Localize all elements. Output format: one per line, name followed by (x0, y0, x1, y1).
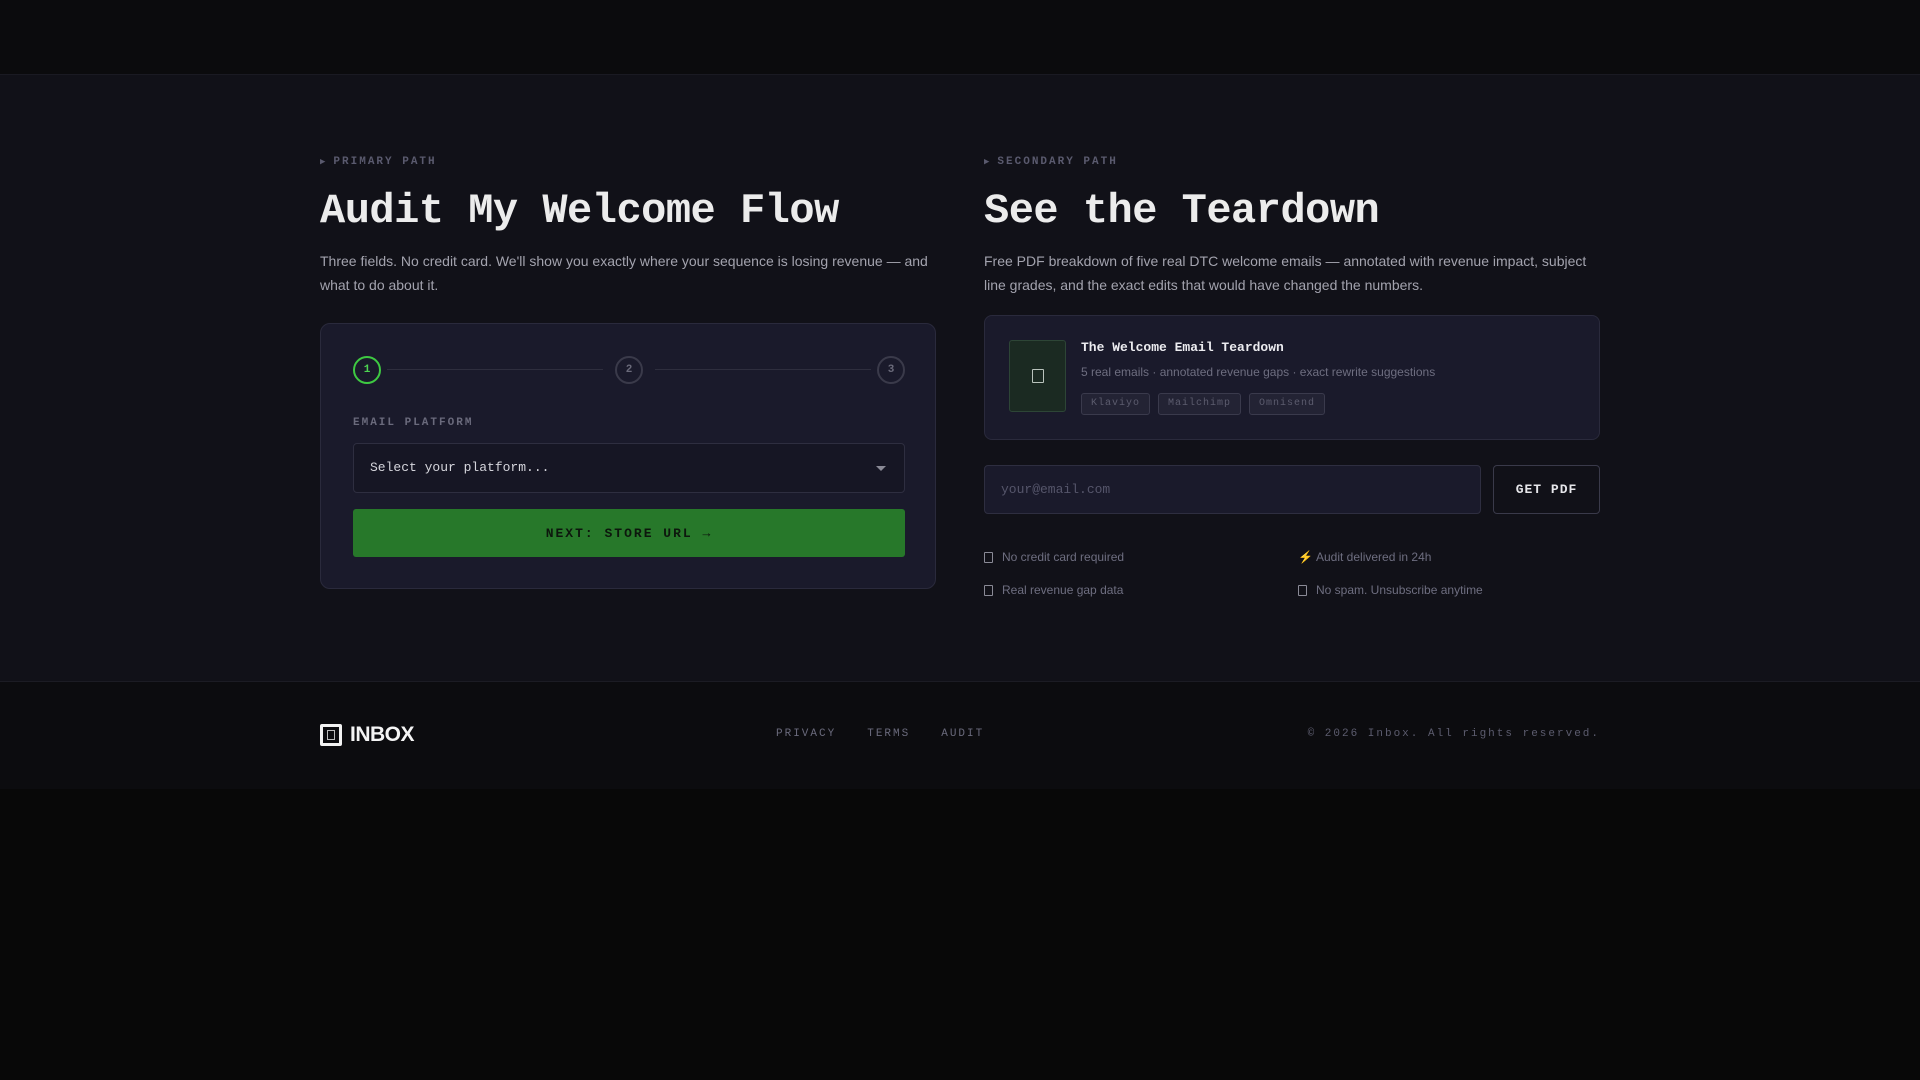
checkbox-icon (984, 584, 993, 596)
secondary-path-column: ▶ SECONDARY PATH See the Teardown Free PD… (984, 155, 1600, 297)
primary-path-column: ▶ PRIMARY PATH Audit My Welcome Flow Thre… (320, 155, 936, 297)
footer-link-privacy[interactable]: PRIVACY (776, 727, 836, 741)
primary-title: Audit My Welcome Flow (320, 187, 839, 235)
feature-text: No spam. Unsubscribe anytime (1316, 583, 1483, 597)
copyright: © 2026 Inbox. All rights reserved. (1307, 728, 1600, 740)
feature-audit-24h: ⚡ Audit delivered in 24h (1298, 549, 1431, 565)
pdf-thumbnail (1009, 340, 1066, 412)
secondary-title: See the Teardown (984, 187, 1380, 235)
next-store-url-button[interactable]: NEXT: STORE URL → (353, 509, 905, 557)
tag-klaviyo: Klaviyo (1081, 393, 1151, 415)
feature-text: No credit card required (1002, 550, 1125, 564)
step-3: 3 (877, 356, 905, 384)
email-platform-label: EMAIL PLATFORM (353, 417, 474, 429)
checkbox-icon (984, 551, 993, 563)
tag-mailchimp: Mailchimp (1158, 393, 1242, 415)
logo-text: INBOX (350, 723, 415, 746)
footer-links: PRIVACY TERMS AUDIT (776, 727, 984, 741)
triangle-right-icon: ▶ (320, 157, 328, 167)
feature-text: Audit delivered in 24h (1316, 550, 1432, 564)
footer-link-audit[interactable]: AUDIT (941, 727, 984, 741)
primary-eyebrow-label: PRIMARY PATH (333, 156, 437, 168)
secondary-description: Free PDF breakdown of five real DTC welc… (984, 253, 1587, 293)
feature-text: Real revenue gap data (1002, 583, 1124, 597)
feature-revenue-gap: Real revenue gap data (984, 582, 1123, 598)
email-input[interactable]: your@email.com (984, 465, 1481, 514)
chevron-down-icon (876, 466, 886, 471)
document-icon (1031, 369, 1044, 383)
feature-no-spam: No spam. Unsubscribe anytime (1298, 582, 1483, 598)
top-bar (0, 0, 1920, 75)
main-section (0, 75, 1920, 681)
footer-logo[interactable]: INBOX (320, 723, 415, 746)
platform-select[interactable]: Select your platform... (353, 443, 905, 493)
tag-omnisend: Omnisend (1249, 393, 1326, 415)
lightning-icon: ⚡ (1298, 550, 1313, 564)
pdf-description: 5 real emails · annotated revenue gaps ·… (1081, 365, 1436, 379)
secondary-eyebrow: ▶ SECONDARY PATH (984, 155, 1600, 169)
platform-select-value: Select your platform... (370, 460, 550, 475)
get-pdf-button[interactable]: GET PDF (1493, 465, 1600, 514)
pdf-teardown-card: The Welcome Email Teardown 5 real emails… (984, 315, 1600, 440)
feature-no-credit-card: No credit card required (984, 549, 1124, 565)
primary-description: Three fields. No credit card. We'll show… (320, 253, 928, 293)
checkbox-icon (1298, 584, 1307, 596)
stepper: 1 2 3 (353, 356, 905, 384)
footer-link-terms[interactable]: TERMS (867, 727, 910, 741)
triangle-right-icon: ▶ (984, 157, 992, 167)
audit-form-card: 1 2 3 EMAIL PLATFORM Select your platfor… (320, 323, 936, 589)
step-1: 1 (353, 356, 381, 384)
pdf-title: The Welcome Email Teardown (1081, 340, 1284, 355)
pdf-tags: Klaviyo Mailchimp Omnisend (1081, 393, 1326, 415)
inbox-logo-icon (320, 724, 342, 746)
step-2: 2 (615, 356, 643, 384)
step-connector (655, 369, 871, 370)
secondary-eyebrow-label: SECONDARY PATH (997, 156, 1118, 168)
primary-eyebrow: ▶ PRIMARY PATH (320, 155, 936, 169)
step-connector (387, 369, 603, 370)
